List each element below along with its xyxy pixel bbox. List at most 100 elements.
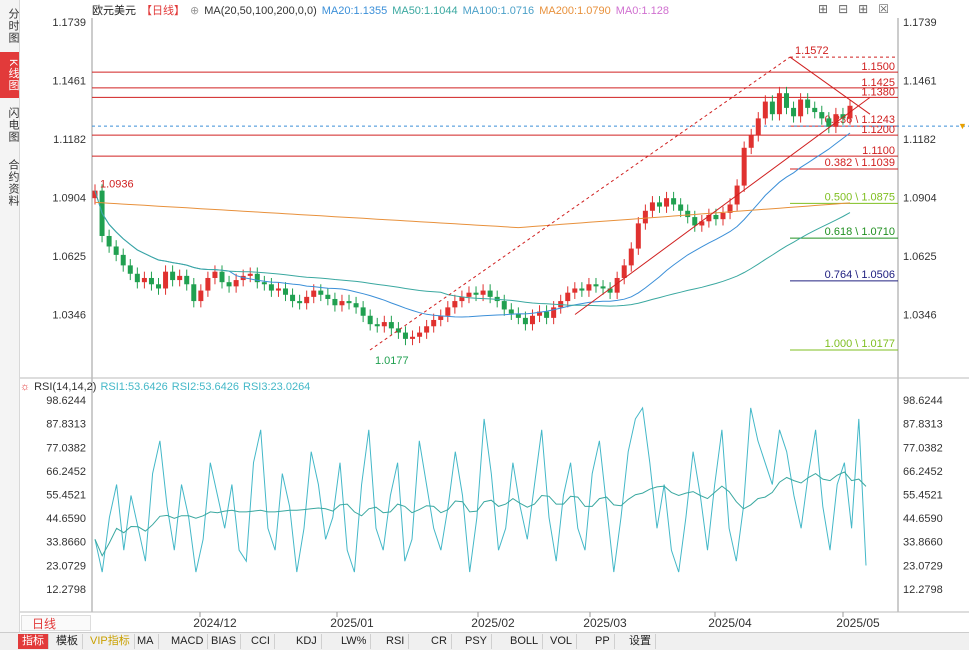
indicator-13[interactable]: VOL	[546, 634, 578, 649]
candle-body	[290, 294, 296, 302]
candle-body	[798, 99, 804, 117]
candle-body	[402, 332, 408, 339]
rsi2-value: RSI2:53.6426	[171, 381, 240, 393]
candle-body	[671, 198, 677, 205]
candle-body	[431, 319, 437, 327]
indicator-1[interactable]: 模板	[52, 634, 83, 649]
candle-body	[304, 296, 310, 304]
candle-body	[656, 202, 662, 207]
price-label-right: 1.0904	[903, 192, 937, 204]
indicator-15[interactable]: 设置	[625, 634, 656, 649]
indicator-4[interactable]: MACD	[167, 634, 209, 649]
candle-body	[466, 292, 472, 297]
candle-body	[522, 317, 528, 325]
candle-body	[198, 290, 204, 302]
candle-body	[501, 301, 507, 310]
candle-body	[685, 210, 691, 218]
candle-body	[297, 301, 303, 304]
candle-body	[275, 288, 281, 291]
candle-body	[233, 280, 239, 287]
low-label: 1.0177	[375, 355, 409, 367]
candle-body	[226, 282, 232, 287]
rsi-label-right: 98.6244	[903, 395, 943, 407]
rsi-label-right: 33.8660	[903, 537, 943, 549]
candle-body	[410, 336, 416, 339]
chart-canvas[interactable]: 1.1739 1.1739 1.1461 1.1461 1.1182 1.1182 1.09…	[0, 0, 969, 632]
candle-body	[311, 290, 317, 297]
candle-body	[586, 284, 592, 291]
candle-body	[156, 284, 162, 289]
candle-body	[826, 118, 832, 127]
indicator-6[interactable]: CCI	[247, 634, 275, 649]
indicator-12[interactable]: BOLL	[506, 634, 544, 649]
candle-body	[783, 93, 789, 108]
candles	[92, 86, 853, 346]
candle-body	[819, 112, 825, 119]
candle-body	[106, 235, 112, 247]
candle-body	[148, 277, 154, 285]
rsi-label-right: 77.0382	[903, 442, 943, 454]
indicator-8[interactable]: LW%	[337, 634, 372, 649]
price-label-left: 1.0625	[52, 251, 86, 263]
indicator-14[interactable]: PP	[591, 634, 615, 649]
candle-body	[769, 101, 775, 115]
period-button[interactable]: 日线	[21, 615, 91, 631]
candle-body	[191, 284, 197, 302]
candle-body	[720, 212, 726, 220]
level-label: 1.1380	[861, 86, 895, 98]
time-label: 2025/01	[330, 616, 374, 630]
indicator-2[interactable]: VIP指标	[86, 634, 135, 649]
candle-body	[445, 307, 451, 316]
price-label-right: 1.1182	[903, 134, 936, 146]
indicator-5[interactable]: BIAS	[207, 634, 242, 649]
price-label-left: 1.1461	[52, 75, 86, 87]
candle-body	[572, 288, 578, 293]
candle-body	[762, 101, 768, 119]
rsi1-value: RSI1:53.6426	[100, 381, 168, 393]
price-label-left: 1.0346	[52, 310, 86, 322]
candle-body	[678, 204, 684, 211]
candle-body	[283, 288, 289, 295]
candle-body	[212, 271, 218, 278]
indicator-9[interactable]: RSI	[382, 634, 410, 649]
sun-icon[interactable]: ☼	[20, 381, 30, 393]
rsi-label-right: 12.2798	[903, 584, 943, 596]
rsi-label-left: 87.8313	[46, 419, 86, 431]
price-label-right: 1.0625	[903, 251, 937, 263]
indicator-0[interactable]: 指标	[18, 634, 49, 649]
candle-body	[177, 275, 183, 281]
rsi-line	[94, 406, 867, 573]
candle-body	[332, 298, 338, 306]
candle-body	[219, 271, 225, 283]
candle-body	[134, 273, 140, 283]
candle-body	[367, 315, 373, 325]
candle-body	[353, 303, 359, 308]
rsi-title: RSI(14,14,2)	[34, 381, 97, 393]
candle-body	[812, 107, 818, 113]
candle-body	[508, 309, 514, 314]
candle-body	[565, 292, 571, 302]
candle-body	[325, 294, 331, 299]
candle-body	[141, 277, 147, 283]
rsi-label-left: 66.2452	[46, 466, 86, 478]
indicator-10[interactable]: CR	[427, 634, 452, 649]
candle-body	[473, 292, 479, 295]
indicator-3[interactable]: MA	[133, 634, 159, 649]
rsi-label-right: 87.8313	[903, 419, 943, 431]
indicator-7[interactable]: KDJ	[292, 634, 322, 649]
candle-body	[452, 301, 458, 308]
candle-body	[247, 273, 253, 276]
candle-body	[544, 311, 550, 318]
candle-body	[529, 315, 535, 325]
candle-body	[346, 301, 352, 304]
candle-body	[833, 114, 839, 127]
candle-body	[628, 248, 634, 266]
indicator-11[interactable]: PSY	[461, 634, 493, 649]
candle-body	[649, 202, 655, 211]
trend-line-channel	[369, 56, 791, 351]
rsi-label-left: 77.0382	[46, 442, 86, 454]
candle-body	[261, 282, 267, 285]
candle-body	[579, 288, 585, 291]
rsi-header: ☼ RSI(14,14,2) RSI1:53.6426 RSI2:53.6426 RSI…	[20, 381, 314, 393]
fib-label: 0.764 \ 1.0506	[825, 269, 895, 281]
